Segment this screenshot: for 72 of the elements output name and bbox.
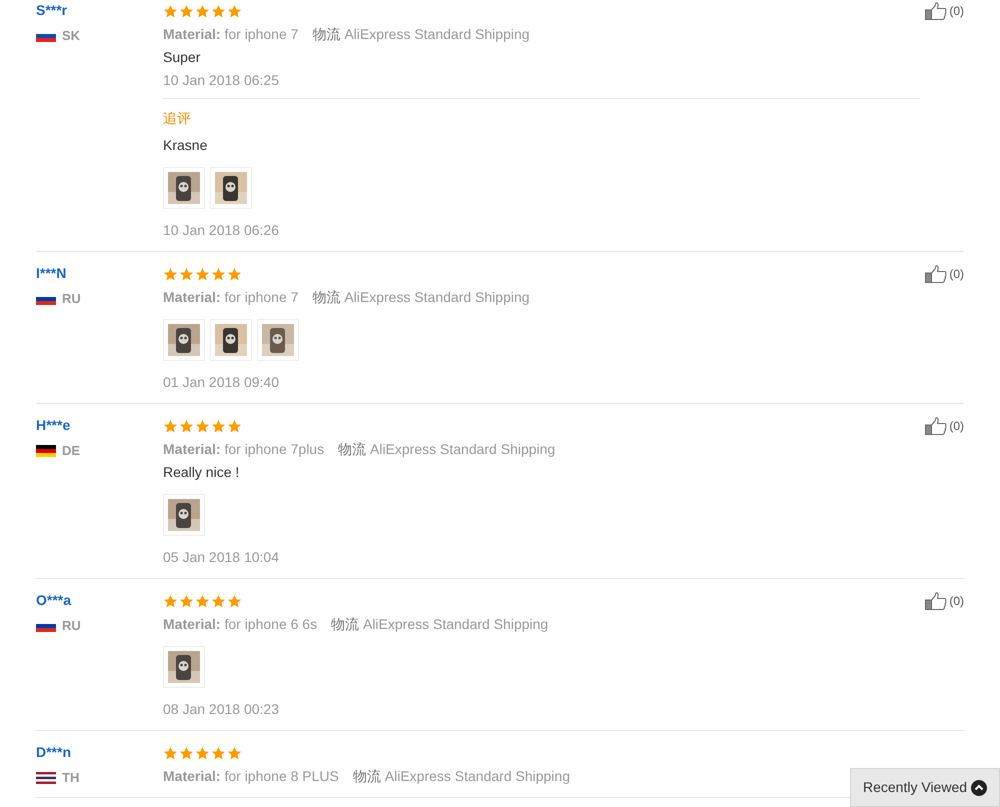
flag-icon: [36, 444, 56, 457]
photo-thumbnail[interactable]: [210, 167, 252, 209]
star-icon: [179, 4, 194, 19]
material-info: Material: for iphone 8 PLUS: [163, 767, 339, 786]
star-icon: [195, 4, 210, 19]
star-icon: [211, 594, 226, 609]
star-icon: [163, 4, 178, 19]
star-icon: [179, 746, 194, 761]
shipping-info: 物流 AliExpress Standard Shipping: [352, 767, 570, 786]
like-button[interactable]: (0): [925, 0, 964, 22]
star-icon: [163, 419, 178, 434]
star-icon: [227, 267, 242, 282]
review-date: 05 Jan 2018 10:04: [163, 548, 280, 567]
country-code: DE: [62, 442, 80, 460]
chevron-up-icon: [971, 780, 987, 796]
star-icon: [211, 419, 226, 434]
star-icon: [179, 419, 194, 434]
like-button[interactable]: (0): [925, 415, 964, 437]
star-icon: [163, 746, 178, 761]
reviewer-name[interactable]: O***a: [36, 590, 163, 610]
photo-thumbnail[interactable]: [257, 319, 299, 361]
like-button[interactable]: (0): [925, 590, 964, 612]
star-icon: [227, 419, 242, 434]
followup-label: 追评: [163, 109, 192, 128]
review-date: 08 Jan 2018 00:23: [163, 700, 280, 719]
star-icon: [211, 746, 226, 761]
review-date: 10 Jan 2018 06:26: [163, 221, 280, 240]
material-info: Material: for iphone 7: [163, 288, 298, 307]
star-icon: [195, 746, 210, 761]
star-icon: [227, 594, 242, 609]
shipping-info: 物流 AliExpress Standard Shipping: [312, 288, 530, 307]
country-code: SK: [62, 27, 80, 45]
photo-thumbnail[interactable]: [163, 167, 205, 209]
star-icon: [195, 594, 210, 609]
star-icon: [179, 594, 194, 609]
star-icon: [227, 746, 242, 761]
review-date: 01 Jan 2018 09:40: [163, 373, 280, 392]
star-icon: [195, 419, 210, 434]
shipping-info: 物流 AliExpress Standard Shipping: [312, 25, 530, 44]
thumbs-up-icon: [925, 592, 948, 610]
reviewer-name[interactable]: I***N: [36, 263, 163, 283]
review-text: Krasne: [163, 136, 208, 155]
shipping-info: 物流 AliExpress Standard Shipping: [338, 440, 556, 459]
star-icon: [163, 594, 178, 609]
photo-thumbnail[interactable]: [210, 319, 252, 361]
flag-icon: [36, 772, 56, 784]
material-info: Material: for iphone 7plus: [163, 440, 324, 459]
reviewer-name[interactable]: H***e: [36, 415, 163, 435]
star-icon: [211, 4, 226, 19]
country-code: RU: [62, 290, 81, 308]
like-button[interactable]: (0): [925, 263, 964, 285]
star-icon: [195, 267, 210, 282]
country-code: RU: [62, 617, 81, 635]
photo-thumbnail[interactable]: [163, 646, 205, 688]
photo-thumbnail[interactable]: [163, 319, 205, 361]
recently-viewed-button[interactable]: Recently Viewed: [850, 768, 1000, 807]
review-date: 10 Jan 2018 06:25: [163, 71, 280, 90]
review-text: Super: [163, 48, 202, 67]
reviewer-name[interactable]: S***r: [36, 0, 163, 20]
reviewer-name[interactable]: D***n: [36, 742, 163, 762]
star-icon: [211, 267, 226, 282]
material-info: Material: for iphone 7: [163, 25, 298, 44]
country-code: TH: [62, 769, 80, 787]
thumbs-up-icon: [925, 417, 948, 435]
thumbs-up-icon: [925, 265, 948, 283]
review-text: Really nice !: [163, 463, 240, 482]
shipping-info: 物流 AliExpress Standard Shipping: [331, 615, 548, 634]
star-icon: [179, 267, 194, 282]
star-icon: [227, 4, 242, 19]
star-icon: [163, 267, 178, 282]
photo-thumbnail[interactable]: [163, 494, 205, 536]
material-info: Material: for iphone 6 6s: [163, 615, 318, 634]
